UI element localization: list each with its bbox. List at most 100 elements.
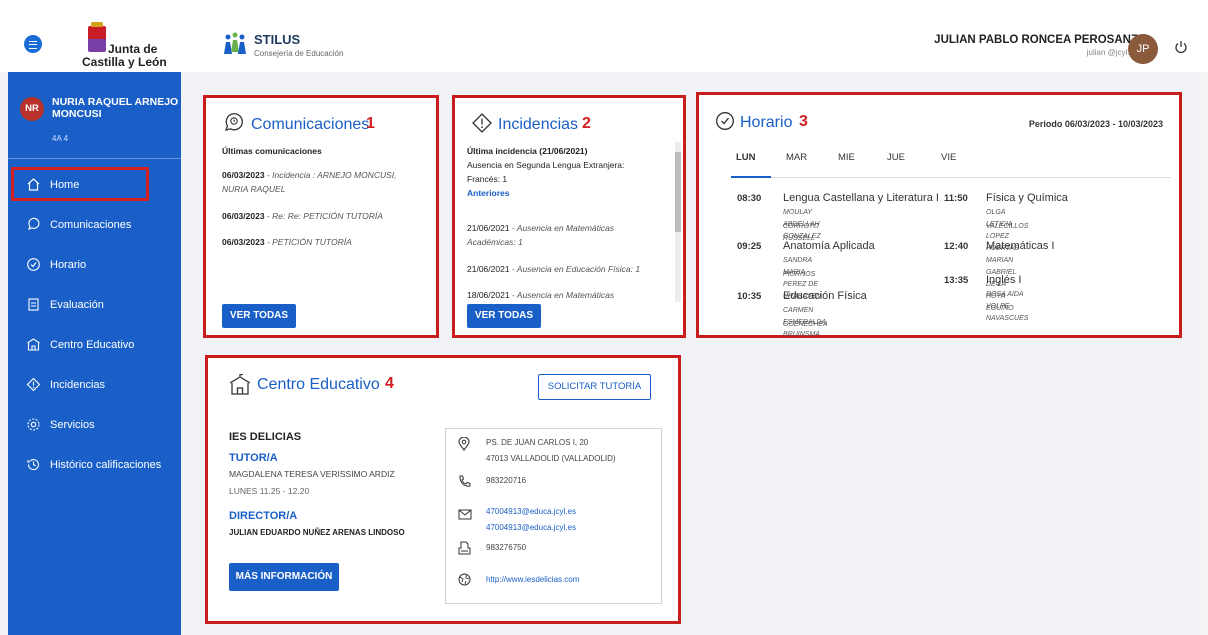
sidebar-item-label: Histórico calificaciones [50, 459, 162, 471]
slot-time: 10:35 [737, 291, 762, 302]
tab-mar[interactable]: MAR [786, 152, 807, 163]
incidencias-card: Incidencias 2 Última incidencia (21/06/2… [452, 95, 686, 338]
history-icon [27, 459, 39, 471]
last-incidence-text: Ausencia en Segunda Lengua Extranjera: [467, 160, 625, 170]
user-name: JULIAN PABLO RONCEA PEROSANZ [934, 34, 1138, 46]
slot-subject: Anatomía Aplicada [783, 240, 875, 252]
item-text: - PETICIÓN TUTORÍA [264, 237, 352, 247]
active-tab-indicator [731, 176, 771, 178]
solicitar-tutoria-button[interactable]: SOLICITAR TUTORÍA [538, 374, 651, 400]
school-name: IES DELICIAS [229, 431, 302, 443]
sidebar-item-comunicaciones[interactable]: Comunicaciones [8, 208, 181, 242]
incidencias-scrollbar[interactable] [675, 142, 681, 302]
centro-card: Centro Educativo 4 SOLICITAR TUTORÍA IES… [205, 355, 681, 624]
sidebar-item-evaluacion[interactable]: Evaluación [8, 288, 181, 322]
anteriores-label[interactable]: Anteriores [467, 186, 673, 200]
item-date: 06/03/2023 [222, 237, 265, 247]
list-item[interactable]: 06/03/2023 - PETICIÓN TUTORÍA [222, 235, 432, 249]
slot-subject: Física y Química [986, 192, 1068, 204]
power-icon[interactable] [1174, 40, 1188, 54]
tab-jue[interactable]: JUE [887, 152, 905, 163]
page-scrollbar[interactable] [1201, 72, 1208, 635]
slot-teacher-cont: GOENECHEA [783, 321, 828, 328]
warning-icon [472, 113, 492, 133]
ver-todas-button[interactable]: VER TODAS [467, 304, 541, 328]
school-icon [229, 374, 251, 395]
slot-teacher-cont: PIORNOS [783, 271, 816, 278]
last-incidence-text-cont: Francés: 1 [467, 174, 508, 184]
card-title[interactable]: Incidencias [498, 116, 578, 134]
item-text: - Ausencia en Educación Física: 1 [509, 264, 641, 274]
item-text-cont: NURIA RAQUEL [222, 184, 286, 194]
sidebar-item-incidencias[interactable]: Incidencias [8, 368, 181, 402]
brand-line1: Junta de [108, 42, 158, 56]
clock-icon [716, 112, 734, 130]
user-email: julian @jcyl.es [1086, 48, 1138, 57]
sidebar: NR NURIA RAQUEL ARNEJO MONCUSI 4A 4 Home… [8, 72, 181, 635]
card-title[interactable]: Centro Educativo [257, 376, 380, 394]
slot-subject: Matemáticas I [986, 240, 1055, 252]
list-item[interactable]: 06/03/2023 - Incidencia : ARNEJO MONCUSI… [222, 168, 422, 196]
contact-box: PS. DE JUAN CARLOS I, 20 47013 VALLADOLI… [445, 428, 662, 604]
slot-time: 09:25 [737, 241, 762, 252]
sidebar-item-horario[interactable]: Horario [8, 248, 181, 282]
evaluation-icon [28, 298, 39, 311]
phone-icon [459, 475, 471, 487]
slot-time: 08:30 [737, 193, 762, 204]
card-title[interactable]: Horario [740, 114, 792, 132]
item-text-cont: Académicas: 1 [467, 237, 523, 247]
gear-icon [27, 418, 40, 431]
tutor-label: TUTOR/A [229, 452, 278, 464]
ver-todas-button[interactable]: VER TODAS [222, 304, 296, 328]
email-link[interactable]: 47004913@educa.jcyl.es [486, 507, 576, 516]
sidebar-item-label: Servicios [50, 419, 95, 431]
slot-teacher: ROSA AIDA VOLPE NAVASCUES [986, 291, 1029, 322]
tab-vie[interactable]: VIE [941, 152, 956, 163]
director-label: DIRECTOR/A [229, 510, 298, 522]
director-name: JULIAN EDUARDO NUÑEZ ARENAS LINDOSO [229, 528, 405, 537]
jcyl-logo[interactable]: Junta de Castilla y León [80, 22, 180, 72]
slot-time: 13:35 [944, 275, 969, 286]
sidebar-item-label: Comunicaciones [50, 219, 132, 231]
sidebar-item-label: Horario [50, 259, 87, 271]
item-text: - Re: Re: PETICIÓN TUTORÍA [264, 211, 383, 221]
list-item[interactable]: 21/06/2021 - Ausencia en Matemáticas Aca… [467, 221, 673, 249]
scroll-thumb[interactable] [675, 152, 681, 232]
brand-line2: Castilla y León [82, 55, 167, 69]
chat-icon [28, 217, 40, 230]
sidebar-item-servicios[interactable]: Servicios [8, 408, 181, 442]
item-date: 21/06/2021 [467, 223, 510, 233]
user-avatar[interactable]: JP [1128, 34, 1158, 64]
people-icon [224, 32, 246, 54]
list-item[interactable]: 18/06/2021 - Ausencia en Matemáticas [467, 288, 673, 302]
email-icon [458, 509, 472, 520]
address-line1: PS. DE JUAN CARLOS I, 20 [486, 438, 589, 447]
comunicaciones-card: Comunicaciones 1 Últimas comunicaciones … [203, 95, 439, 338]
list-item[interactable]: 21/06/2021 - Ausencia en Educación Físic… [467, 262, 673, 276]
item-text: - Ausencia en Matemáticas [509, 223, 615, 233]
email-link[interactable]: 47004913@educa.jcyl.es [486, 523, 576, 532]
item-date: 21/06/2021 [467, 264, 510, 274]
last-incidence: Última incidencia (21/06/2021) Ausencia … [467, 144, 673, 200]
sidebar-item-label: Evaluación [50, 299, 104, 311]
user-info: JULIAN PABLO RONCEA PEROSANZ julian @jcy… [934, 34, 1138, 57]
section-subtitle: Últimas comunicaciones [222, 146, 322, 156]
menu-icon[interactable] [24, 35, 42, 53]
annotation-number: 1 [366, 115, 375, 132]
tutor-hours: LUNES 11.25 - 12.20 [229, 486, 310, 496]
day-tabs: LUN MAR MIE JUE VIE [731, 152, 1171, 178]
tab-mie[interactable]: MIE [838, 152, 855, 163]
sidebar-item-centro[interactable]: Centro Educativo [8, 328, 181, 362]
location-icon [458, 437, 470, 451]
website-link[interactable]: http://www.iesdelicias.com [486, 575, 579, 584]
card-title[interactable]: Comunicaciones [251, 116, 369, 134]
sidebar-item-historico[interactable]: Histórico calificaciones [8, 448, 181, 482]
list-item[interactable]: 06/03/2023 - Re: Re: PETICIÓN TUTORÍA [222, 209, 432, 223]
student-name: NURIA RAQUEL ARNEJO MONCUSI [52, 96, 179, 120]
slot-time: 12:40 [944, 241, 969, 252]
item-date: 06/03/2023 [222, 170, 265, 180]
sidebar-divider [8, 158, 181, 159]
mas-informacion-button[interactable]: MÁS INFORMACIÓN [229, 563, 339, 591]
tab-lun[interactable]: LUN [736, 152, 756, 163]
fax-icon [458, 541, 471, 555]
